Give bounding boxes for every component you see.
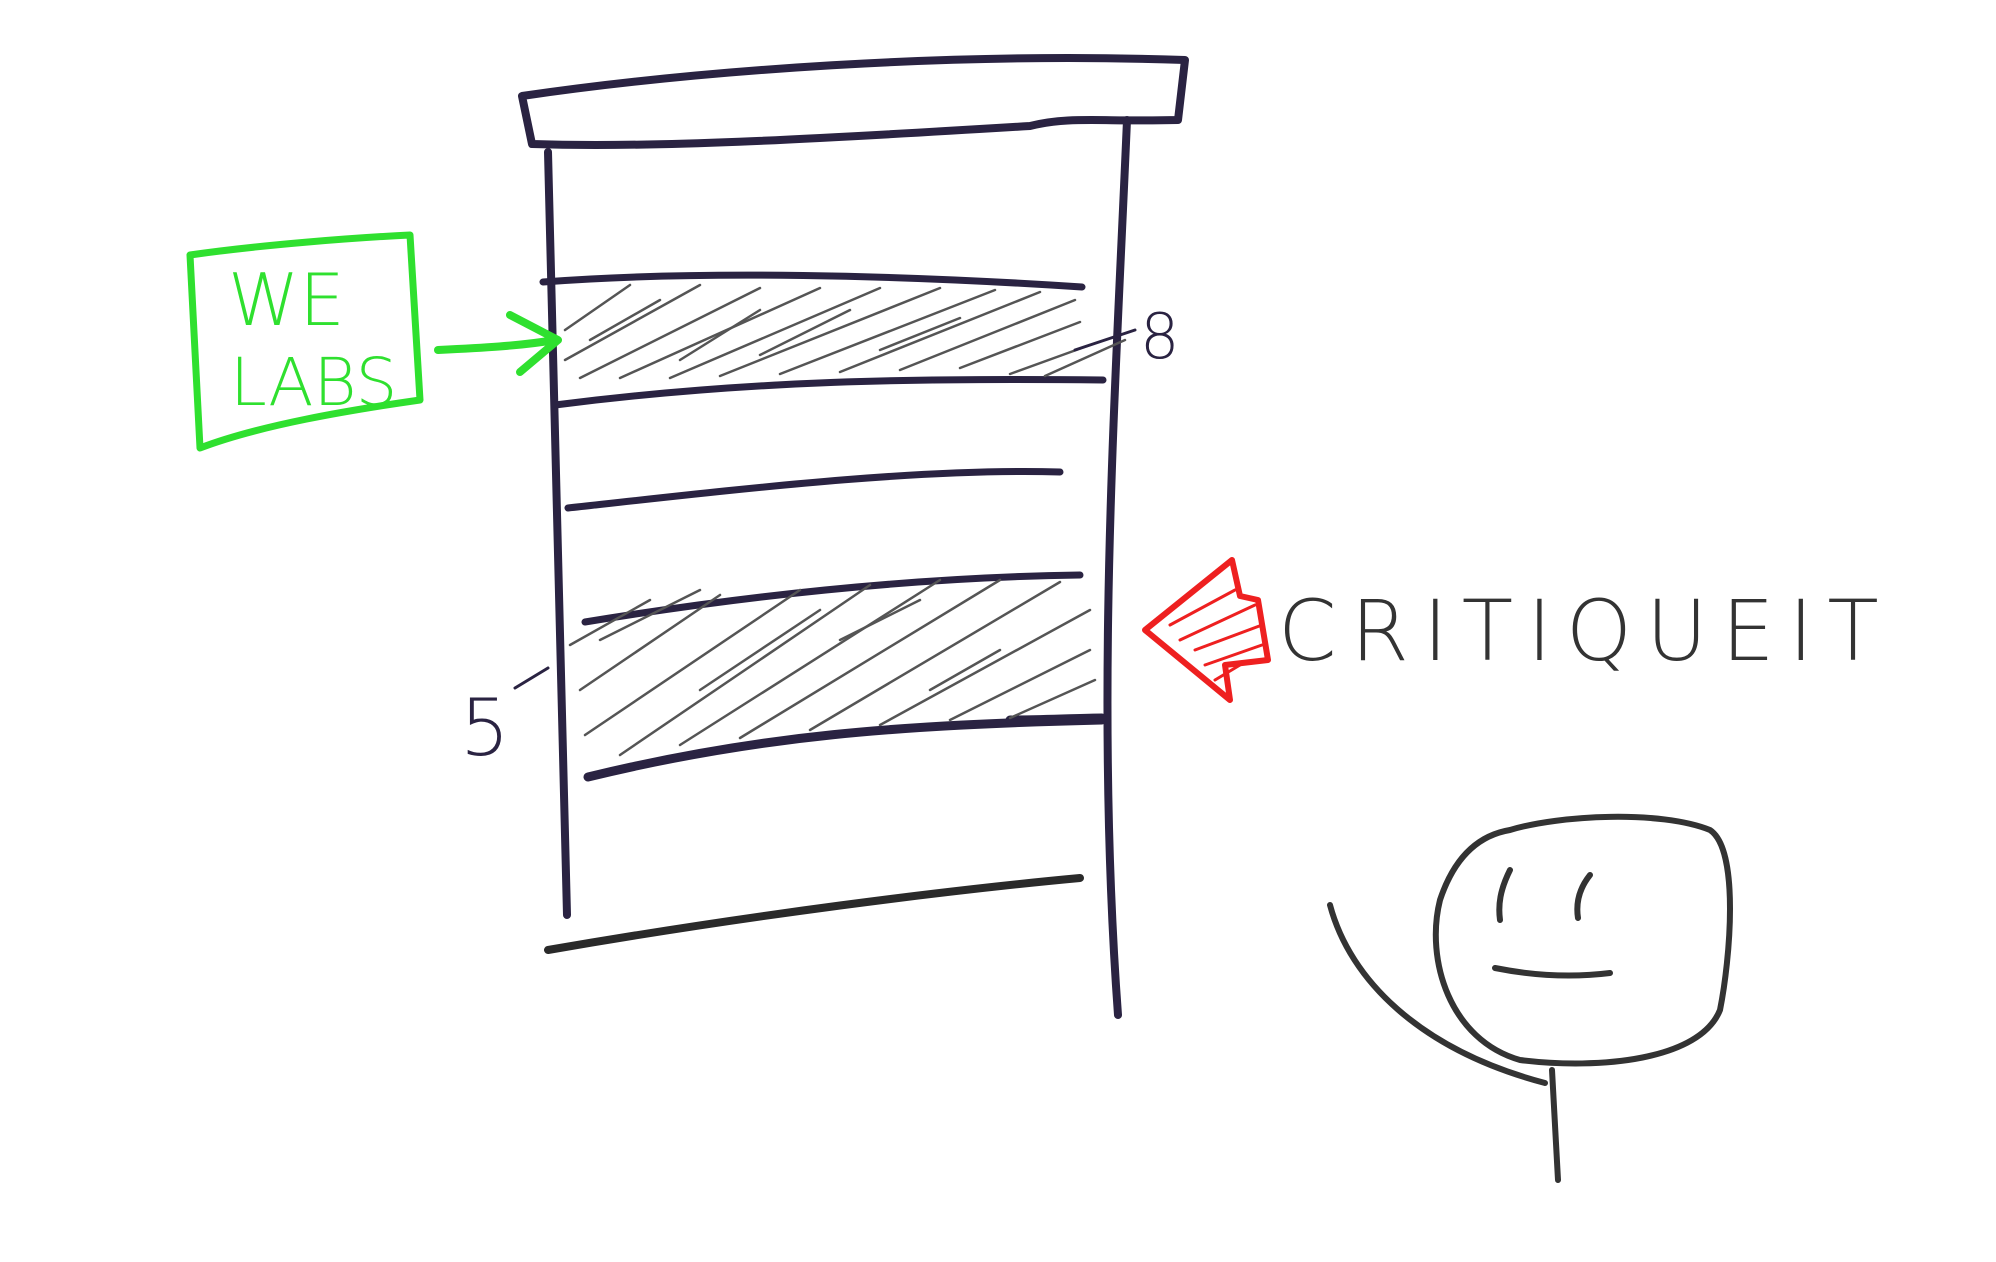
floor-line <box>564 467 1064 512</box>
critiqueit-callout: CRITIQUEIT <box>1142 557 1893 703</box>
we-labs-callout: WE LABS <box>186 231 562 452</box>
stick-figure-head <box>1432 813 1733 1067</box>
we-labs-arrow <box>434 336 559 354</box>
stick-figure-mouth <box>1492 965 1613 979</box>
critiqueit-text: CRITIQUEIT <box>1278 582 1893 680</box>
building-right-wall <box>1103 116 1131 1019</box>
stick-figure-eye-left <box>1496 867 1513 923</box>
floor-number-lower-tick <box>513 666 550 690</box>
we-labs-text-line2: LABS <box>230 344 397 421</box>
floor-line <box>539 271 1086 291</box>
ground-line <box>544 874 1084 954</box>
highlighted-floor-upper <box>563 283 1127 380</box>
floor-number-upper: 8 <box>1140 300 1179 373</box>
building <box>518 54 1189 1019</box>
stick-figure-body <box>1549 1067 1561 1183</box>
we-labs-text-line1: WE <box>228 258 345 342</box>
stick-figure <box>1327 813 1733 1183</box>
floor-line <box>1005 713 1107 725</box>
stick-figure-eye-right <box>1574 872 1593 921</box>
building-left-wall <box>544 148 571 919</box>
floor-line <box>551 375 1107 409</box>
floor-number-lower: 5 <box>460 684 510 774</box>
building-roof <box>518 54 1189 150</box>
critiqueit-arrow-scribble <box>1168 588 1264 682</box>
highlighted-floor-lower <box>568 578 1097 757</box>
office-building-sketch: 8 5 WE LABS CRITIQUEIT <box>186 54 1893 1183</box>
floor-line <box>583 715 1107 782</box>
